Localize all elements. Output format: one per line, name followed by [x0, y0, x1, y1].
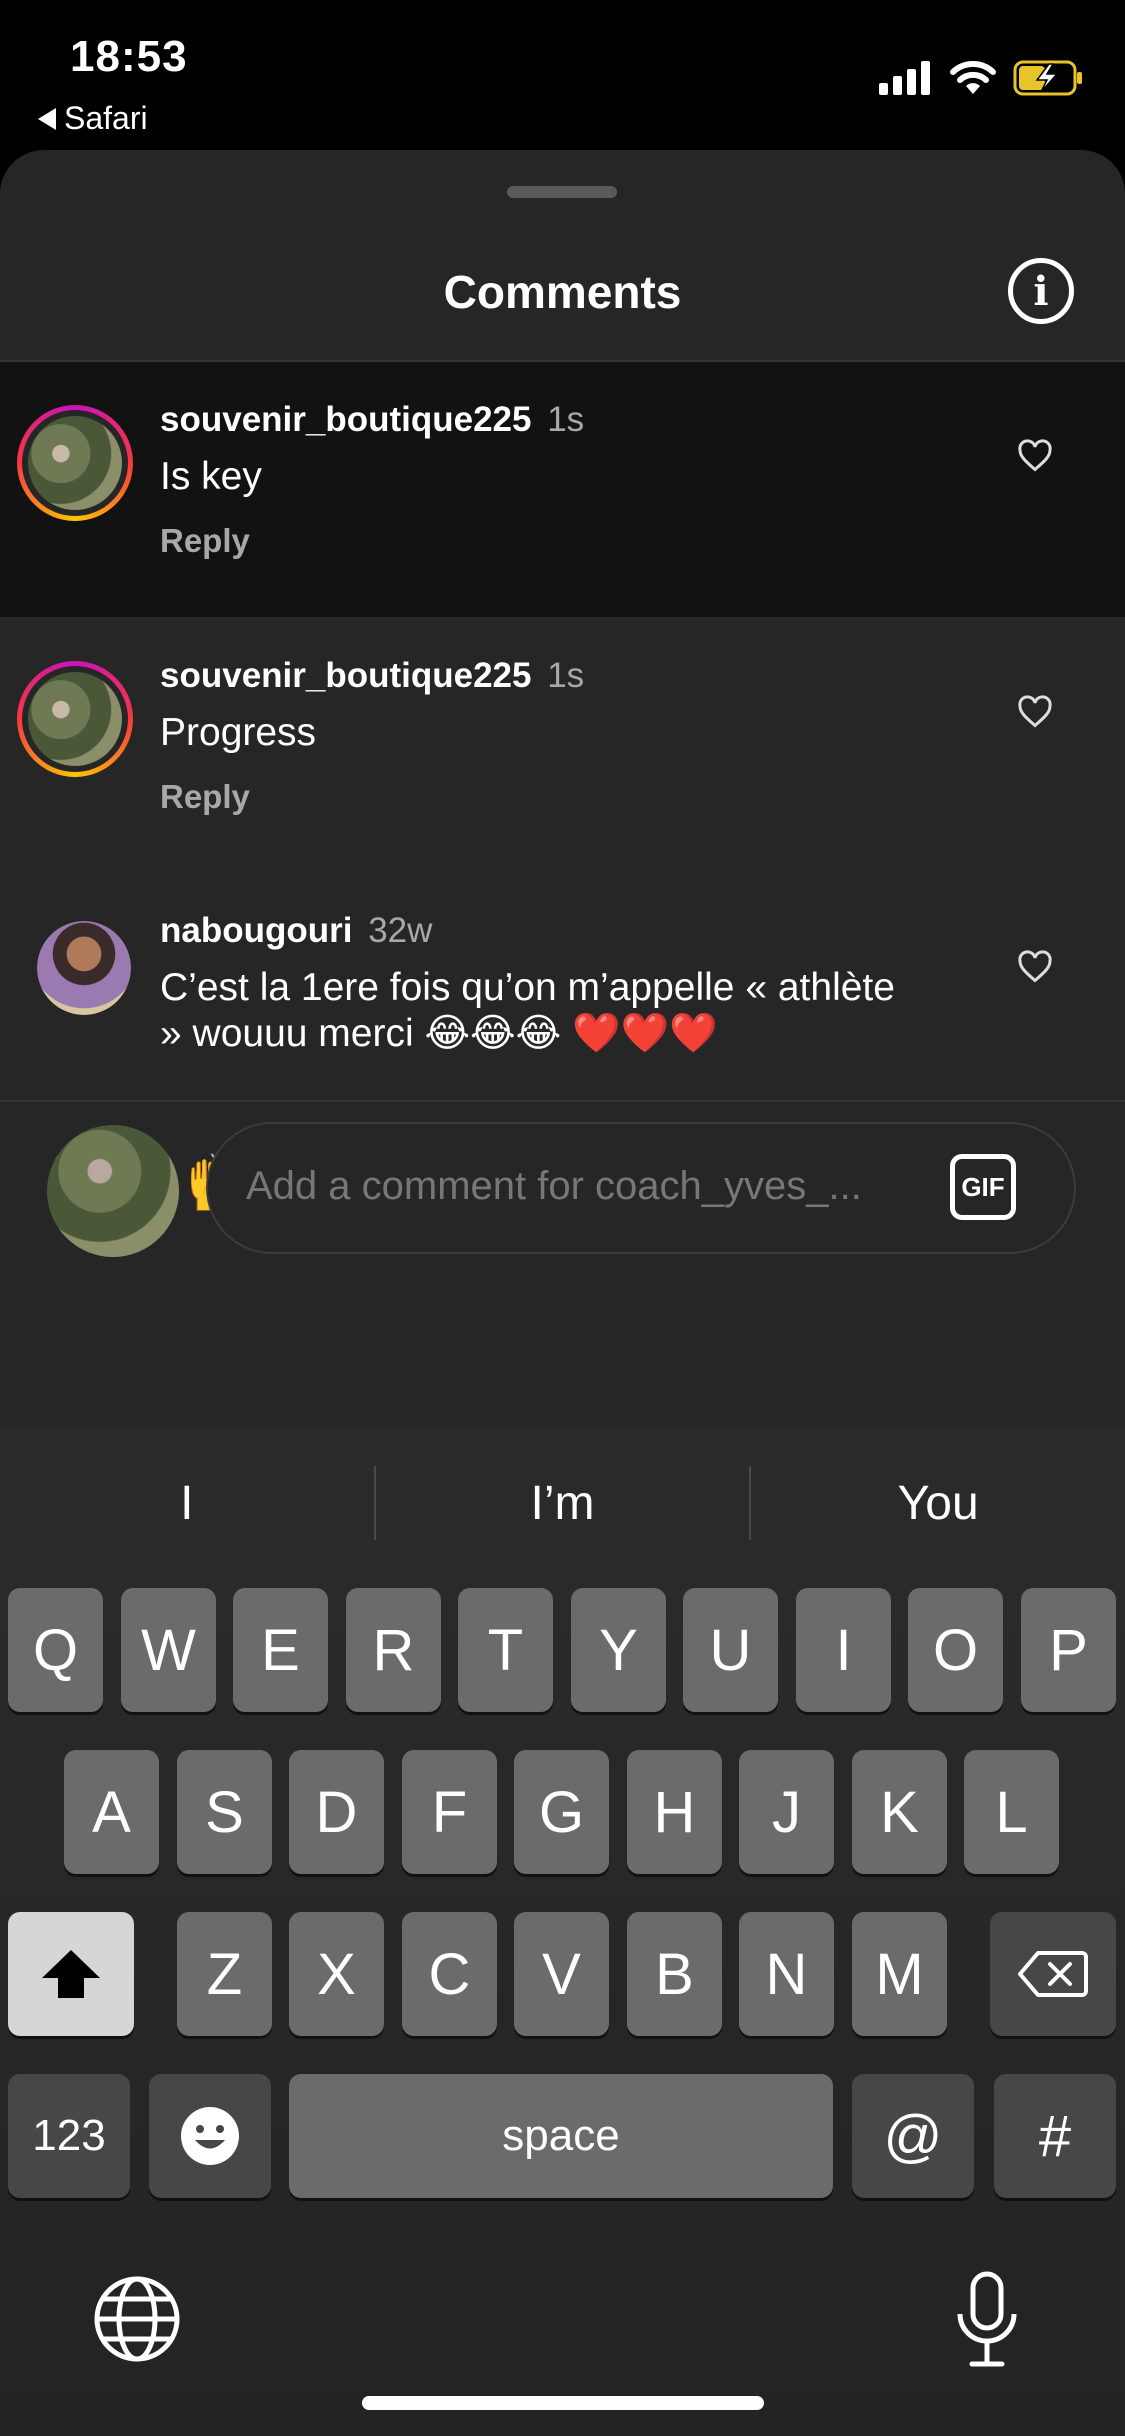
suggestion[interactable]: I [0, 1476, 374, 1531]
comment-list[interactable]: souvenir_boutique225 1s Is key Reply sou… [0, 362, 1125, 1100]
key-s[interactable]: S [177, 1750, 272, 1874]
key-d[interactable]: D [289, 1750, 384, 1874]
key-b[interactable]: B [627, 1912, 722, 2036]
info-button[interactable]: i [1008, 258, 1074, 324]
key-z[interactable]: Z [177, 1912, 272, 2036]
delete-key[interactable] [990, 1912, 1116, 2036]
sheet-grabber[interactable] [507, 186, 617, 198]
like-heart-icon[interactable] [1017, 438, 1053, 474]
battery-charging-icon [1013, 60, 1082, 96]
numbers-key[interactable]: 123 [8, 2074, 130, 2198]
key-c[interactable]: C [402, 1912, 497, 2036]
avatar[interactable] [17, 661, 133, 777]
comment-input[interactable]: Add a comment for coach_yves_... GIF [206, 1122, 1076, 1254]
comment-text: C’est la 1ere fois qu’on m’appelle « ath… [160, 966, 895, 1055]
microphone-icon[interactable] [952, 2270, 1022, 2370]
key-g[interactable]: G [514, 1750, 609, 1874]
like-heart-icon[interactable] [1017, 694, 1053, 730]
key-x[interactable]: X [289, 1912, 384, 2036]
key-e[interactable]: E [233, 1588, 328, 1712]
shift-arrow-icon [42, 1950, 100, 1998]
comment-username[interactable]: souvenir_boutique225 [160, 656, 531, 695]
back-app-label: Safari [64, 100, 148, 136]
suggestion[interactable]: You [751, 1476, 1125, 1531]
status-bar: 18:53 Safari [0, 0, 1125, 150]
gif-button[interactable]: GIF [950, 1154, 1016, 1220]
comment-item[interactable]: souvenir_boutique225 1s Is key Reply [0, 362, 1125, 617]
avatar[interactable] [37, 921, 131, 1015]
key-w[interactable]: W [121, 1588, 216, 1712]
key-l[interactable]: L [964, 1750, 1059, 1874]
emoji-face-icon [181, 2107, 239, 2165]
comment-username[interactable]: souvenir_boutique225 [160, 400, 531, 439]
avatar[interactable] [17, 405, 133, 521]
sheet-title: Comments [443, 266, 682, 318]
key-a[interactable]: A [64, 1750, 159, 1874]
key-q[interactable]: Q [8, 1588, 103, 1712]
comments-sheet: Comments i souvenir_boutique225 1s Is ke… [0, 150, 1125, 1428]
comment-input-placeholder: Add a comment for coach_yves_... [246, 1164, 862, 1208]
key-o[interactable]: O [908, 1588, 1003, 1712]
key-j[interactable]: J [739, 1750, 834, 1874]
comment-text: Progress [160, 711, 317, 754]
key-v[interactable]: V [514, 1912, 609, 2036]
backspace-icon [1018, 1951, 1088, 1997]
key-i[interactable]: I [796, 1588, 891, 1712]
keyboard: I I’m You Q W E R T Y U I O P A S D F G … [0, 1428, 1125, 2436]
cellular-signal-icon [879, 61, 930, 95]
key-k[interactable]: K [852, 1750, 947, 1874]
at-key[interactable]: @ [852, 2074, 974, 2198]
info-icon: i [1033, 267, 1049, 315]
comment-text: Is key [160, 455, 262, 498]
globe-icon[interactable] [93, 2275, 181, 2363]
comment-time: 32w [368, 911, 433, 950]
comment-time: 1s [547, 400, 585, 439]
status-time: 18:53 [70, 32, 188, 81]
comment-item[interactable]: souvenir_boutique225 1s Progress Reply [0, 618, 1125, 873]
hash-key[interactable]: # [994, 2074, 1116, 2198]
home-indicator[interactable] [362, 2396, 764, 2410]
shift-key[interactable] [8, 1912, 134, 2036]
key-h[interactable]: H [627, 1750, 722, 1874]
space-key[interactable]: space [289, 2074, 833, 2198]
reply-button[interactable]: Reply [160, 522, 960, 560]
wifi-icon [950, 61, 996, 94]
status-icons [879, 60, 1085, 96]
key-f[interactable]: F [402, 1750, 497, 1874]
key-y[interactable]: Y [571, 1588, 666, 1712]
back-arrow-icon [38, 107, 56, 130]
predictive-bar: I I’m You [0, 1428, 1125, 1578]
key-m[interactable]: M [852, 1912, 947, 2036]
emoji-key[interactable] [149, 2074, 271, 2198]
comment-username[interactable]: nabougouri [160, 911, 352, 950]
comment-time: 1s [547, 656, 585, 695]
reply-button[interactable]: Reply [160, 778, 960, 816]
like-heart-icon[interactable] [1017, 949, 1053, 985]
suggestion[interactable]: I’m [376, 1476, 750, 1531]
key-t[interactable]: T [458, 1588, 553, 1712]
key-r[interactable]: R [346, 1588, 441, 1712]
key-u[interactable]: U [683, 1588, 778, 1712]
back-to-safari-link[interactable]: Safari [38, 100, 148, 137]
key-n[interactable]: N [739, 1912, 834, 2036]
key-p[interactable]: P [1021, 1588, 1116, 1712]
comment-item[interactable]: nabougouri 32w C’est la 1ere fois qu’on … [0, 873, 1125, 1100]
compose-avatar [47, 1125, 179, 1257]
